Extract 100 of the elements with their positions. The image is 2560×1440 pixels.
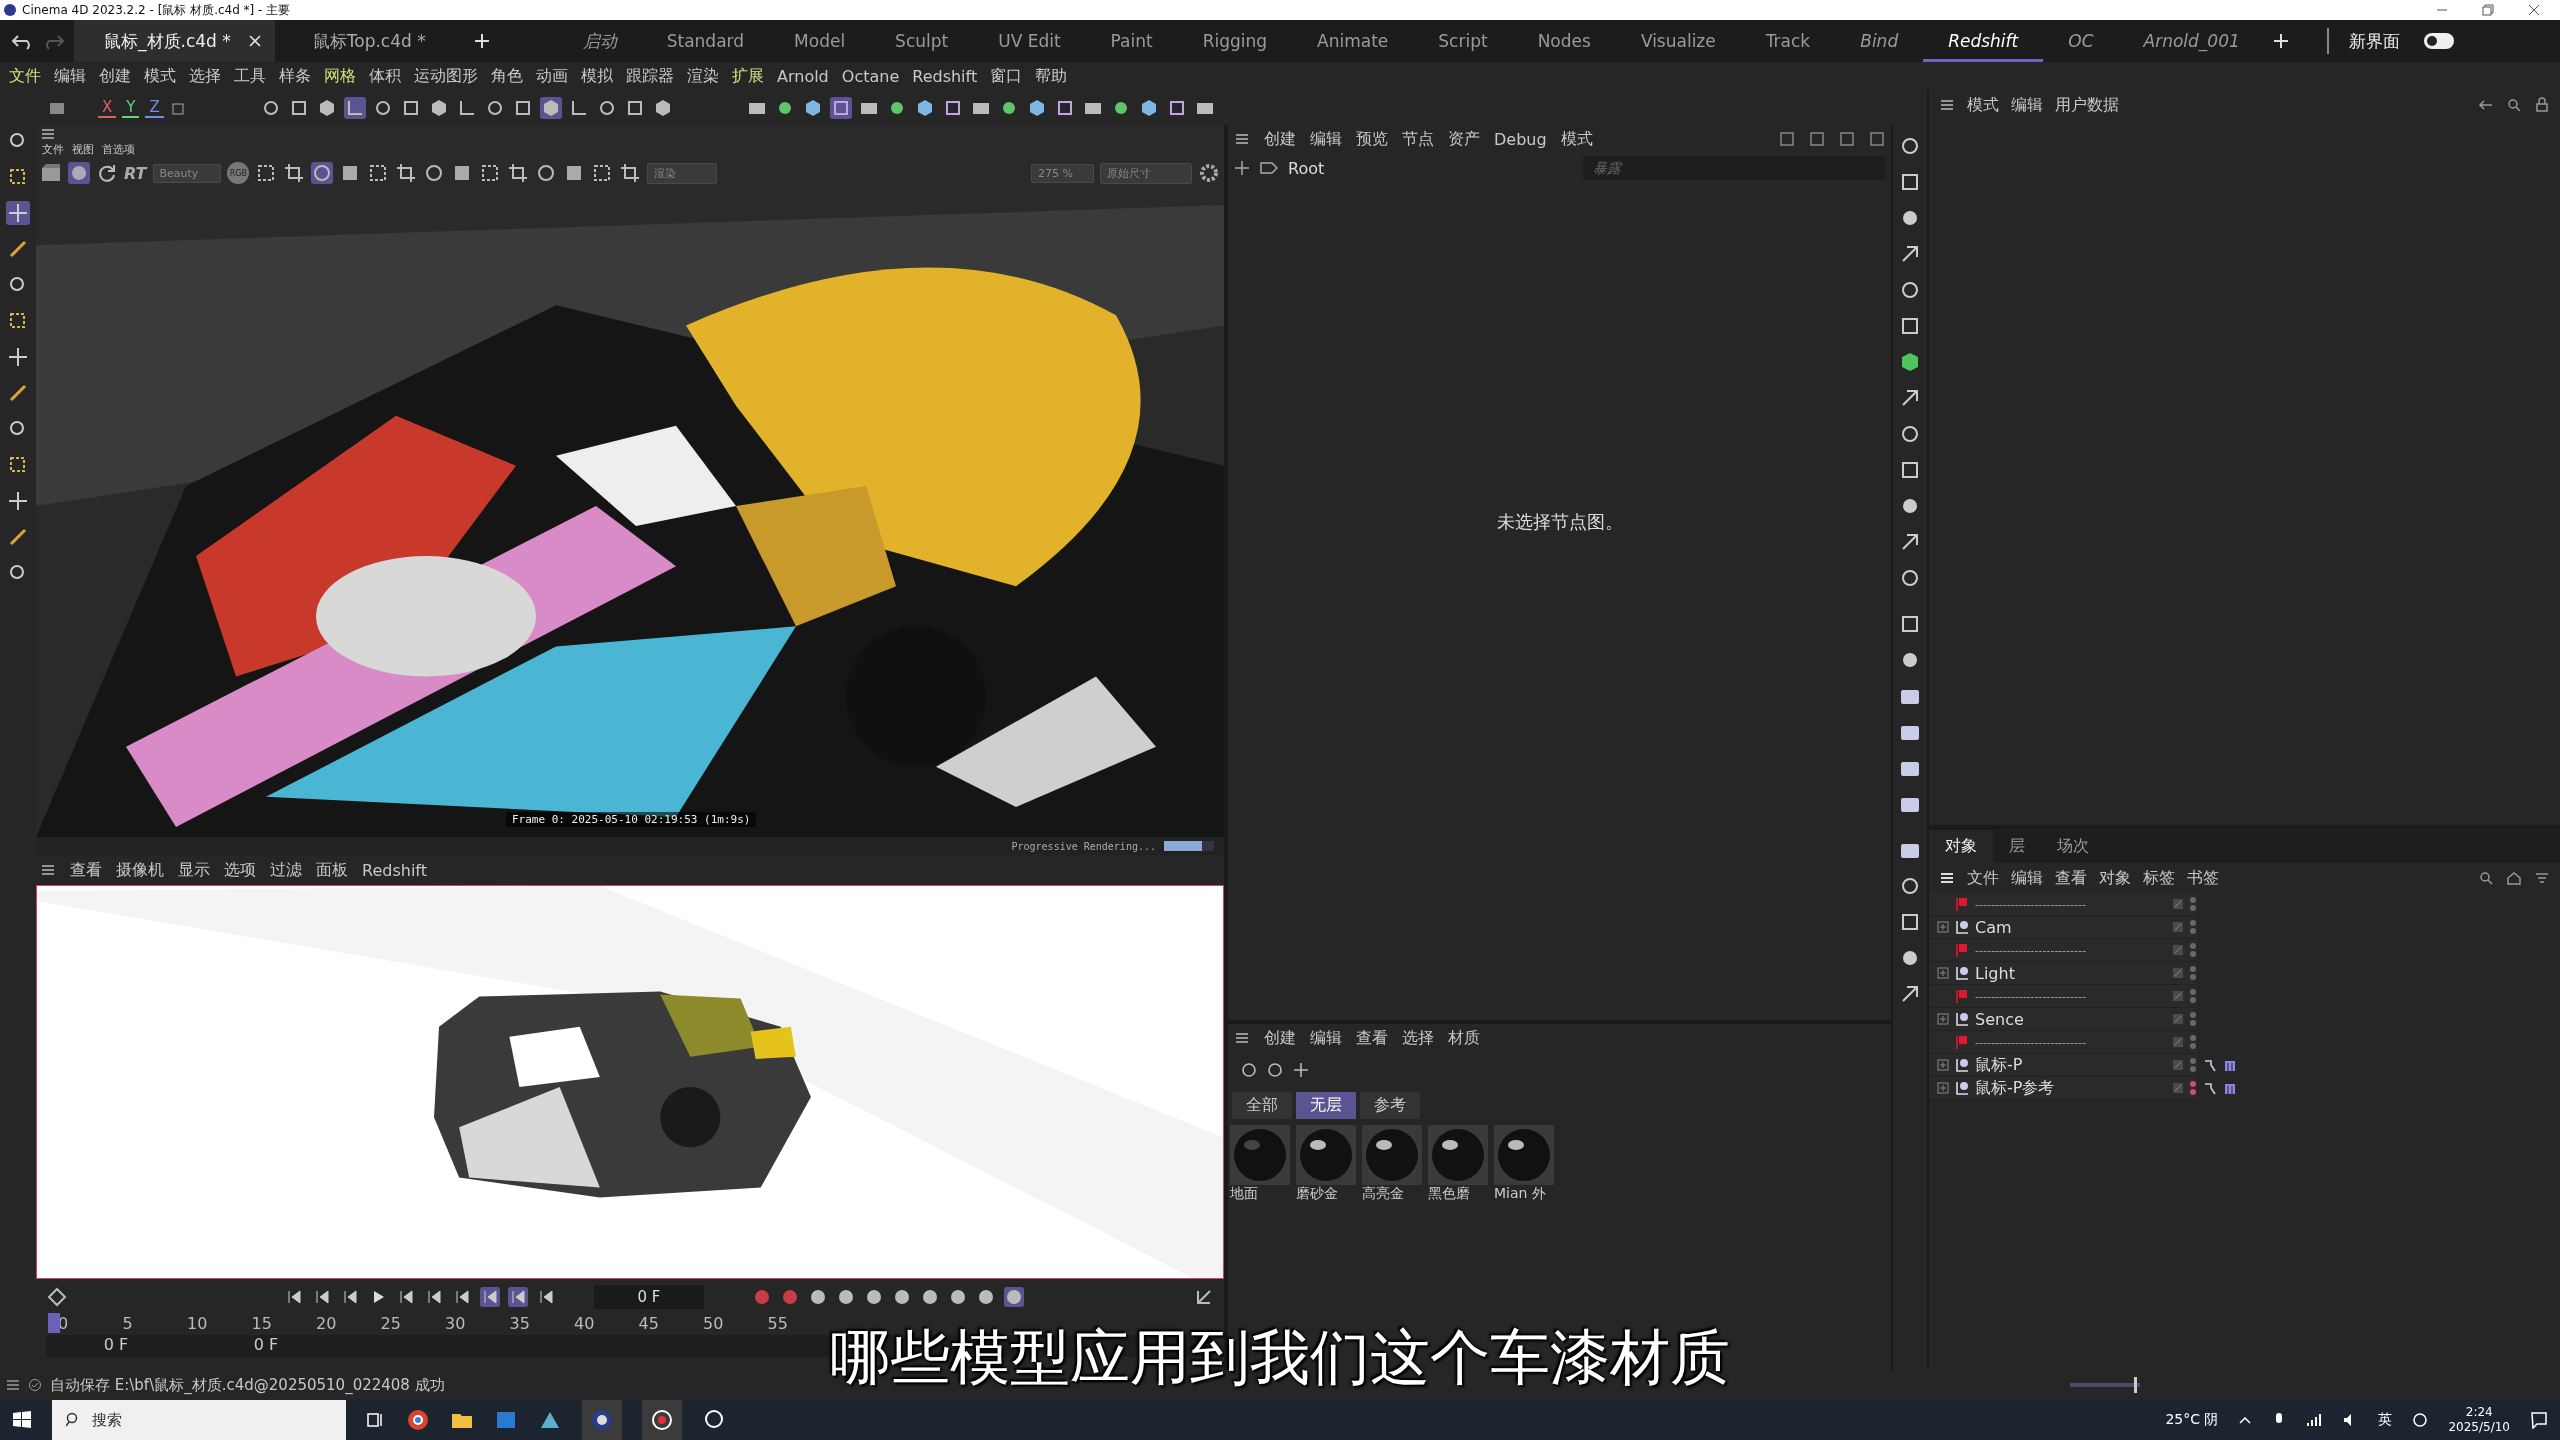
frame-field[interactable]: 0 F [594,1285,704,1309]
panel-tab[interactable]: 场次 [2041,829,2105,863]
layout-tab[interactable]: UV Edit [973,20,1086,62]
search-field[interactable]: 暴露 [1583,156,1885,180]
layout-tab[interactable]: OC [2043,20,2119,62]
menu-item[interactable]: 面板 [316,859,348,881]
menu-item[interactable]: 文件 [9,65,41,87]
layout-tab[interactable]: Bind [1835,20,1924,62]
menu-item[interactable]: 预览 [1356,128,1388,150]
object-name[interactable]: Cam [1975,917,2012,937]
menu-item[interactable]: 工具 [234,65,266,87]
menu-item[interactable]: 编辑 [1310,128,1342,150]
menu-item[interactable]: 查看 [1356,1027,1388,1049]
menu-item[interactable]: 材质 [1448,1027,1480,1049]
menu-item[interactable]: Redshift [362,860,427,880]
layout-tab[interactable]: Visualize [1615,20,1741,62]
panel-tab[interactable]: 对象 [1929,829,1993,863]
menu-item[interactable]: 对象 [2099,867,2131,889]
layout-tab[interactable]: Nodes [1512,20,1616,62]
layout-tab[interactable]: 启动 [557,20,642,62]
menu-item[interactable]: 网格 [324,65,356,87]
menu-item[interactable]: 运动图形 [414,65,478,87]
material-name[interactable]: 磨砂金 [1296,1185,1359,1203]
taskbar-search-field[interactable]: 搜索 [52,1400,346,1440]
menu-item[interactable]: Octane [841,66,900,86]
layout-tab[interactable]: Rigging [1177,20,1293,62]
ime-indicator[interactable]: 英 [2378,1411,2393,1429]
menu-item[interactable]: 资产 [1448,128,1480,150]
menu-item[interactable]: 模式 [1560,128,1593,150]
breadcrumb-root[interactable]: Root [1288,158,1325,178]
menu-item[interactable]: 窗口 [990,65,1023,87]
file-tab[interactable]: 鼠标_材质.c4d * [74,20,275,62]
file-tab[interactable]: 鼠标Top.c4d * [282,20,440,62]
start-frame-field[interactable]: 0 F [46,1335,186,1357]
menu-item[interactable]: 模式 [144,65,176,87]
menu-item[interactable]: 查看 [70,859,102,881]
menu-item[interactable]: 创建 [99,65,131,87]
layout-tab[interactable]: Sculpt [870,20,974,62]
menu-item[interactable]: 书签 [2187,867,2219,889]
layout-tab[interactable]: Track [1740,20,1836,62]
menu-item[interactable]: Debug [1494,129,1547,149]
menu-item[interactable]: 动画 [536,65,568,87]
weather-label[interactable]: 25°C 阴 [2165,1411,2219,1429]
layout-tab[interactable]: Animate [1292,20,1414,62]
material-name[interactable]: 高亮金 [1362,1185,1425,1203]
menu-item[interactable]: 样条 [279,65,311,87]
menu-item[interactable]: 创建 [1264,128,1296,150]
clock-date[interactable]: 2025/5/10 [2448,1420,2510,1435]
menu-item[interactable]: 帮助 [1035,65,1068,87]
layout-tab[interactable]: Standard [641,20,770,62]
menu-item[interactable]: 模拟 [581,65,613,87]
menu-item[interactable]: 视图 [72,142,94,157]
menu-item[interactable]: 编辑 [2011,867,2043,889]
menu-item[interactable]: 选项 [224,859,256,881]
menu-item[interactable]: 文件 [1967,867,1999,889]
layout-tab[interactable]: Arnold_001 [2118,20,2265,62]
material-name[interactable]: 地面 [1230,1185,1293,1203]
menu-item[interactable]: 用户数据 [2055,94,2119,116]
menu-item[interactable]: 角色 [491,65,523,87]
layout-tab[interactable]: Model [769,20,871,62]
material-name[interactable]: 黑色磨 [1428,1185,1491,1203]
menu-item[interactable]: 体积 [369,65,401,87]
menu-item[interactable]: 显示 [178,859,210,881]
menu-item[interactable]: 选择 [1402,1027,1434,1049]
menu-item[interactable]: 标签 [2143,867,2175,889]
layout-tab[interactable]: Redshift [1923,20,2044,62]
filter-tab[interactable]: 参考 [1360,1092,1420,1119]
menu-item[interactable]: 编辑 [2011,94,2043,116]
layout-tab[interactable]: Script [1413,20,1513,62]
menu-item[interactable]: 渲染 [687,65,719,87]
object-name[interactable]: Light [1975,963,2015,983]
menu-item[interactable]: 节点 [1402,128,1434,150]
menu-item[interactable]: 选择 [189,65,221,87]
clock-time[interactable]: 2:24 [2465,1405,2493,1420]
object-name[interactable]: Sence [1975,1009,2024,1029]
menu-item[interactable]: 摄像机 [116,859,164,881]
menu-item[interactable]: 首选项 [102,142,135,157]
filter-tab[interactable]: 全部 [1232,1092,1292,1119]
menu-item[interactable]: Redshift [912,66,978,86]
rt-button[interactable]: RT [124,163,147,183]
axis-lock-button[interactable]: X [98,97,117,118]
menu-item[interactable]: 编辑 [1310,1027,1342,1049]
object-name[interactable]: 鼠标-P [1975,1054,2023,1076]
menu-item[interactable]: 过滤 [270,859,302,881]
menu-item[interactable]: 模式 [1967,94,1999,116]
layout-tab[interactable]: Paint [1085,20,1178,62]
menu-item[interactable]: 查看 [2055,867,2087,889]
menu-item[interactable]: 扩展 [732,65,764,87]
menu-item[interactable]: 创建 [1264,1027,1296,1049]
panel-tab[interactable]: 层 [1993,829,2041,863]
axis-lock-button[interactable]: Y [122,97,140,118]
menu-item[interactable]: 跟踪器 [626,65,674,87]
menu-item[interactable]: Arnold [777,66,829,86]
filter-tab[interactable]: 无层 [1296,1092,1356,1119]
rgb-button[interactable]: RGB [227,162,250,184]
end-frame-field[interactable]: 0 F [196,1335,336,1357]
axis-lock-button[interactable]: Z [145,97,164,118]
menu-item[interactable]: 文件 [42,142,64,157]
material-name[interactable]: Mian 外 [1494,1185,1557,1203]
menu-item[interactable]: 编辑 [54,65,86,87]
